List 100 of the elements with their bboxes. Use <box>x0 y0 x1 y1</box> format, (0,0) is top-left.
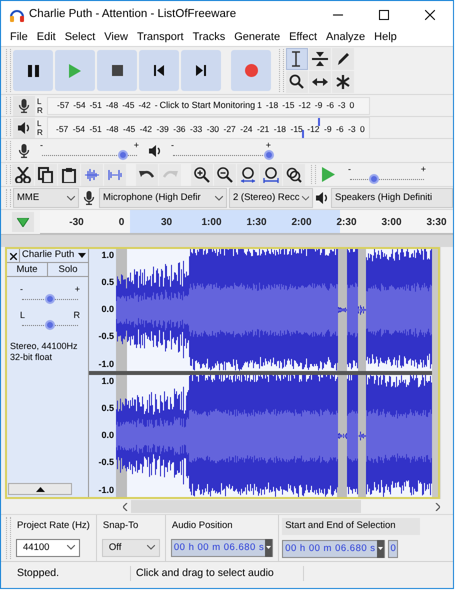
skip-start-button[interactable] <box>139 50 179 91</box>
slider-thumb[interactable] <box>264 150 274 160</box>
field-label: Snap-To <box>102 519 140 534</box>
cut-button[interactable] <box>12 164 34 186</box>
maximum-label: + <box>74 285 80 294</box>
close-track-button[interactable] <box>7 249 20 263</box>
undo-button[interactable] <box>136 164 158 186</box>
zoom-toggle-button[interactable] <box>283 164 305 186</box>
time-shift-tool-button[interactable] <box>309 71 331 93</box>
meter-tick-label: -9 <box>314 99 322 112</box>
menu-item[interactable]: Tracks <box>192 28 226 46</box>
pause-button[interactable] <box>13 50 53 91</box>
meter-tick-label: -54 <box>73 99 86 112</box>
stop-button[interactable] <box>97 50 137 91</box>
maximum-label: + <box>266 140 271 150</box>
collapse-track-button[interactable] <box>8 483 72 495</box>
time-label: 2:30 <box>335 216 358 230</box>
snap-to-dropdown[interactable]: Off <box>102 538 160 557</box>
field-label: Project Rate (Hz) <box>16 519 91 534</box>
selection-end-field[interactable]: 0 <box>388 540 398 558</box>
playback-meter[interactable]: -57 -54 -51 -48 -45 -42 -39 -36 -33 -30 -27 -24 -21 -18 -15 -12 -9 -6 -3 0 <box>47 116 370 138</box>
time-label: -30 <box>68 216 85 230</box>
slider-thumb[interactable] <box>45 294 55 304</box>
amplitude-label: 0.0 <box>101 303 114 316</box>
microphone-icon <box>18 144 30 158</box>
channel-label: L <box>37 96 42 106</box>
meter-tick-label: -12 <box>307 122 320 136</box>
selection-start-field[interactable]: 00 h 00 m 06.680 s <box>282 540 385 558</box>
speaker-icon <box>149 144 161 158</box>
silence-button[interactable] <box>104 164 126 186</box>
channel-label: R <box>37 128 44 136</box>
copy-button[interactable] <box>35 164 57 186</box>
playback-device-dropdown[interactable]: Speakers (High Definiti <box>331 188 453 208</box>
audio-host-dropdown[interactable]: MME <box>13 188 79 208</box>
select-tool-button[interactable] <box>286 48 308 70</box>
zoom-in-button[interactable] <box>191 164 213 186</box>
menu-item[interactable]: Edit <box>36 28 56 46</box>
envelope-tool-button[interactable] <box>309 48 331 70</box>
meter-tick-label: -18 <box>266 99 278 112</box>
status-hint: Click and drag to select audio <box>131 566 304 582</box>
meter-tick-label: -51 <box>90 122 102 136</box>
zoom-tool-button[interactable] <box>286 71 308 93</box>
record-button[interactable] <box>231 50 271 91</box>
meter-tick-label: -6 <box>336 122 344 136</box>
selection-mode-dropdown[interactable]: Start and End of Selection <box>282 518 420 535</box>
amplitude-label: 0.5 <box>101 276 114 290</box>
fit-project-button[interactable] <box>260 164 282 186</box>
menu-item[interactable]: Analyze <box>326 28 366 46</box>
trim-audio-icon <box>84 166 100 182</box>
recording-device-dropdown[interactable]: Microphone (High Defir <box>99 188 227 208</box>
menu-item[interactable]: View <box>104 28 128 46</box>
audio-position-field[interactable]: 00 h 00 m 06.680 s <box>170 538 274 557</box>
speaker-button[interactable] <box>13 118 35 138</box>
menu-item[interactable]: Effect <box>289 28 318 46</box>
slider-thumb[interactable] <box>369 174 380 184</box>
microphone-icon <box>18 98 30 112</box>
solo-button[interactable]: Solo <box>48 263 88 276</box>
meter-tick-label: -57 <box>57 99 70 112</box>
meter-tick-label: -33 <box>190 122 202 136</box>
amplitude-label: -0.5 <box>98 330 114 344</box>
menu-item[interactable]: Generate <box>234 28 280 46</box>
pinned-play-head-button[interactable] <box>12 212 34 232</box>
window-title: Charlie Puth - Attention - ListOfFreeware <box>29 6 236 22</box>
meter-tick-label: -3 <box>348 122 356 136</box>
time-label: 1:00 <box>200 216 222 230</box>
menu-item[interactable]: File <box>10 28 28 46</box>
caret-icon <box>67 196 75 200</box>
scrollbar-thumb[interactable] <box>131 500 361 513</box>
recording-meter[interactable]: -57 -54 -51 -48 -45 -42 - Click to Start Monitoring 1 -18 -15 -12 -9 -6 -3 0 <box>47 96 370 114</box>
multi-tool-button[interactable] <box>332 71 354 93</box>
clipboard-icon <box>61 166 77 182</box>
slider-thumb[interactable] <box>118 150 128 160</box>
trim-button[interactable] <box>81 164 103 186</box>
asterisk-icon <box>335 74 351 90</box>
skip-end-button[interactable] <box>181 50 221 91</box>
project-rate-dropdown[interactable]: 44100 <box>16 538 80 557</box>
microphone-button[interactable] <box>13 96 35 116</box>
paste-button[interactable] <box>58 164 80 186</box>
meter-tick-label: -42 <box>140 122 152 136</box>
recording-channels-dropdown[interactable]: 2 (Stereo) Recc <box>229 188 313 208</box>
timeline-ruler[interactable]: -30 0 30 1:00 1:30 2:00 2:30 3:00 3:30 <box>40 210 453 234</box>
time-label: 2:00 <box>290 216 312 230</box>
fit-selection-button[interactable] <box>237 164 259 186</box>
meter-tick-label: 0 <box>349 99 354 112</box>
slider-thumb[interactable] <box>45 320 55 330</box>
menu-item[interactable]: Select <box>64 28 96 46</box>
track-name-menu[interactable]: Charlie Puth <box>20 249 88 262</box>
maximize-icon <box>379 10 389 20</box>
meter-tick-label: -15 <box>290 122 303 136</box>
meter-tick-label: -18 <box>274 122 286 136</box>
zoom-out-button[interactable] <box>214 164 236 186</box>
record-icon <box>244 64 258 77</box>
draw-tool-button[interactable] <box>332 48 354 70</box>
amplitude-label: 0.5 <box>101 402 114 416</box>
menu-item[interactable]: Help <box>374 28 397 46</box>
fit-selection-icon <box>240 166 256 182</box>
menu-item[interactable]: Transport <box>136 28 184 46</box>
mute-button[interactable]: Mute <box>7 263 48 276</box>
close-icon <box>425 10 435 20</box>
stop-icon <box>112 65 122 76</box>
